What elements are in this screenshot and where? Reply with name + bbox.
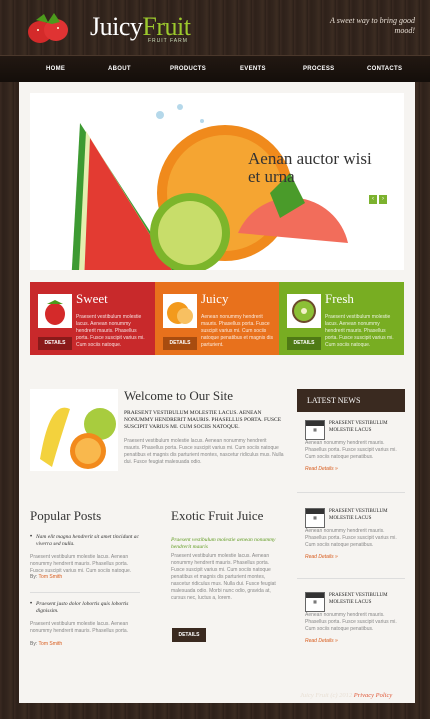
- slider-next-button[interactable]: ›: [379, 195, 387, 204]
- footer-copyright: Juicy Fruit (c) 2012: [300, 692, 353, 699]
- latest-news-title: LATEST NEWS: [307, 396, 361, 405]
- post-title[interactable]: Praesent justo dolor lobortis quis lobor…: [36, 601, 140, 615]
- details-button[interactable]: DETAILS: [172, 628, 206, 642]
- nav-process[interactable]: PROCESS: [303, 66, 334, 72]
- slider-title: Aenan auctor wisi et urna: [248, 150, 372, 186]
- post-item: • Praesent justo dolor lobortis quis lob…: [30, 601, 140, 649]
- slider-title-line-2: et urna: [248, 167, 295, 186]
- post-body: Praesent vestibulum molestie lacus. Aene…: [30, 554, 132, 574]
- nav-products[interactable]: PRODUCTS: [170, 66, 206, 72]
- calendar-icon: ▦: [305, 508, 325, 528]
- details-button[interactable]: DETAILS: [163, 337, 197, 350]
- post-author-name[interactable]: Tom Smith: [39, 641, 63, 647]
- post-author: By: Tom Smith: [30, 574, 62, 580]
- news-item: ▦ PRAESENT VESTIBULUM MOLESTIE LACUS Aen…: [305, 592, 397, 657]
- news-body: Aenean nonummy hendrerit mauris. Phasell…: [305, 440, 397, 460]
- calendar-icon: ▦: [305, 592, 325, 612]
- news-title[interactable]: PRAESENT VESTIBULUM MOLESTIE LACUS: [329, 592, 397, 606]
- feature-box-title: Fresh: [325, 291, 354, 306]
- news-item: ▦ PRAESENT VESTIBULUM MOLESTIE LACUS Aen…: [305, 508, 397, 573]
- popular-posts-title: Popular Posts: [30, 508, 102, 523]
- post-by-label: By:: [30, 574, 38, 580]
- chevron-right-icon: ›: [382, 196, 384, 202]
- feature-box-fresh: Fresh Praesent vestibulum molestie lacus…: [279, 282, 404, 355]
- privacy-policy-link[interactable]: Privacy Policy: [354, 692, 392, 699]
- feature-box-text: Praesent vestibulum molestie lacus. Aene…: [76, 314, 145, 348]
- strawberry-image: [38, 294, 72, 328]
- exotic-subtitle: Praesent vestibulum molestie aenean nonu…: [171, 537, 276, 550]
- read-details-link[interactable]: Read Details »: [305, 466, 338, 472]
- kiwi-image: [287, 294, 321, 328]
- slider-title-line-1: Aenan auctor wisi: [248, 149, 372, 168]
- welcome-body: Praesent vestibulum molestie lacus. Aene…: [124, 438, 284, 465]
- strawberry-logo-icon[interactable]: [22, 10, 78, 46]
- divider: [297, 578, 405, 579]
- news-title[interactable]: PRAESENT VESTIBULUM MOLESTIE LACUS: [329, 508, 397, 522]
- post-title[interactable]: Nam elit magna hendrerit sit amet tincid…: [36, 534, 140, 548]
- logo-part-2: Fruit: [142, 12, 191, 41]
- logo-subtitle: FRUIT FARM: [148, 38, 188, 44]
- read-details-link[interactable]: Read Details »: [305, 554, 338, 560]
- post-body: Praesent vestibulum molestie lacus. Aene…: [30, 621, 129, 634]
- calendar-icon: ▦: [305, 420, 325, 440]
- welcome-title: Welcome to Our Site: [124, 388, 234, 403]
- details-button[interactable]: DETAILS: [38, 337, 72, 350]
- feature-box-title: Sweet: [76, 291, 108, 306]
- nav-events[interactable]: EVENTS: [240, 66, 266, 72]
- post-item: • Nam elit magna hendrerit sit amet tinc…: [30, 534, 140, 582]
- slider-prev-button[interactable]: ‹: [369, 195, 377, 204]
- bullet-icon: •: [30, 534, 33, 540]
- nav-contacts[interactable]: CONTACTS: [367, 66, 402, 72]
- main-nav: HOME ABOUT PRODUCTS EVENTS PROCESS CONTA…: [0, 55, 430, 82]
- divider: [297, 492, 405, 493]
- feature-box-sweet: Sweet Praesent vestibulum molestie lacus…: [30, 282, 155, 355]
- read-details-link[interactable]: Read Details »: [305, 638, 338, 644]
- footer: Juicy Fruit (c) 2012 Privacy Policy: [300, 692, 392, 699]
- news-item: ▦ PRAESENT VESTIBULUM MOLESTIE LACUS Aen…: [305, 420, 397, 485]
- feature-box-title: Juicy: [201, 291, 229, 306]
- feature-box-text: Praesent vestibulum molestie lacus. Aene…: [325, 314, 394, 348]
- news-body: Aenean nonummy hendrerit mauris. Phasell…: [305, 528, 397, 548]
- details-button[interactable]: DETAILS: [287, 337, 321, 350]
- orange-image: [163, 294, 197, 328]
- welcome-lead: PRAESENT VESTIBULUM MOLESTIE LACUS. AENE…: [124, 410, 282, 430]
- news-title[interactable]: PRAESENT VESTIBULUM MOLESTIE LACUS: [329, 420, 397, 434]
- post-author: By: Tom Smith: [30, 641, 62, 647]
- feature-box-text: Aenean nonummy hendrerit mauris. Phasell…: [201, 314, 273, 348]
- nav-about[interactable]: ABOUT: [108, 66, 131, 72]
- logo-part-1: Juicy: [90, 12, 143, 41]
- post-by-label: By:: [30, 641, 38, 647]
- divider: [30, 592, 140, 593]
- feature-box-juicy: Juicy Aenean nonummy hendrerit mauris. P…: [155, 282, 279, 355]
- exotic-body: Praesent vestibulum molestie lacus. Aene…: [171, 553, 276, 601]
- tagline: A sweet way to bring good mood!: [330, 16, 415, 35]
- chevron-left-icon: ‹: [372, 196, 374, 202]
- news-body: Aenean nonummy hendrerit mauris. Phasell…: [305, 612, 397, 632]
- fruit-basket-image: [30, 389, 118, 471]
- bullet-icon: •: [30, 601, 33, 607]
- exotic-title: Exotic Fruit Juice: [171, 508, 264, 523]
- latest-news-header: LATEST NEWS: [297, 389, 405, 412]
- post-author-name[interactable]: Tom Smith: [39, 574, 63, 580]
- nav-home[interactable]: HOME: [46, 66, 65, 72]
